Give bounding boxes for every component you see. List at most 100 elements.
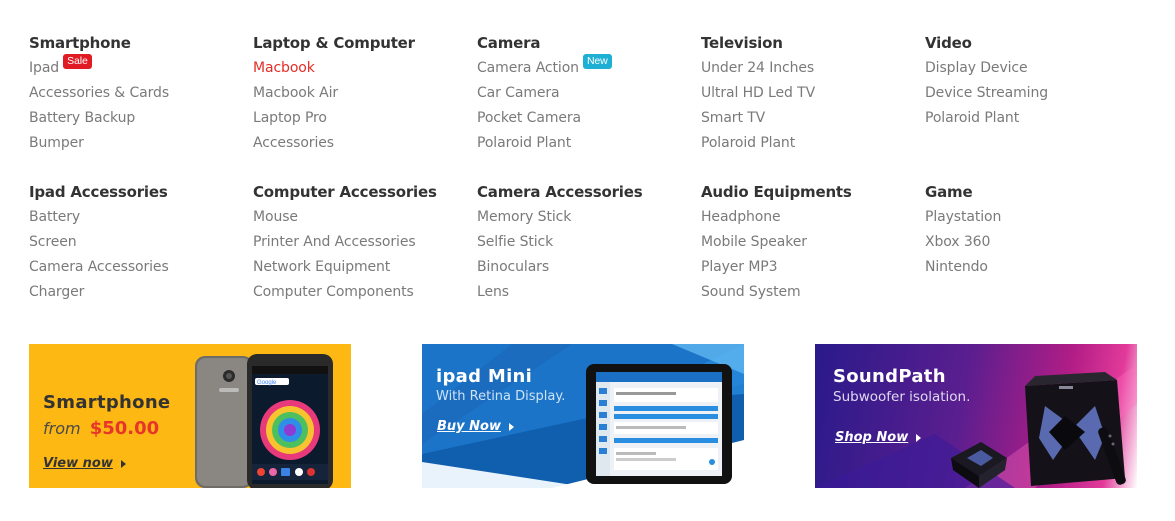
view-now-link[interactable]: View now (43, 456, 126, 471)
menu-column-ipad-accessories: Ipad Accessories Battery Screen Camera Acce… (29, 182, 253, 307)
buy-now-link[interactable]: Buy Now (437, 419, 514, 434)
menu-column-camera-accessories: Camera Accessories Memory Stick Selfie Sti… (477, 182, 701, 307)
menu-link[interactable]: Camera Accessories (29, 259, 169, 275)
menu-column-laptop-and-computer: Laptop & Computer Macbook Macbook Air Lapto… (253, 33, 477, 158)
menu-link[interactable]: Screen (29, 234, 77, 250)
menu-link[interactable]: Player MP3 (701, 259, 778, 275)
menu-link[interactable]: Pocket Camera (477, 110, 581, 126)
menu-link[interactable]: Polaroid Plant (925, 110, 1019, 126)
menu-item-binoculars: Binoculars (477, 257, 701, 282)
menu-link[interactable]: Xbox 360 (925, 234, 990, 250)
menu-item-computer-components: Computer Components (253, 282, 477, 307)
menu-column-smartphone: Smartphone Ipad Sale Accessories & Cards Bat… (29, 33, 253, 158)
menu-item-xbox-360: Xbox 360 (925, 232, 1149, 257)
menu-link-list: Battery Screen Camera Accessories Charger (29, 207, 253, 307)
menu-link[interactable]: Lens (477, 284, 509, 300)
menu-item-laptop-pro: Laptop Pro (253, 108, 477, 133)
menu-link[interactable]: Battery Backup (29, 110, 135, 126)
cta-label: View now (43, 456, 113, 471)
banner-subtitle: With Retina Display. (436, 389, 566, 404)
menu-link[interactable]: Mobile Speaker (701, 234, 807, 250)
menu-link[interactable]: Mouse (253, 209, 298, 225)
menu-link[interactable]: Nintendo (925, 259, 988, 275)
menu-link-list: Under 24 Inches Ultral HD Led TV Smart TV P… (701, 58, 925, 158)
menu-link[interactable]: Memory Stick (477, 209, 571, 225)
price-line: from $50.00 (43, 418, 159, 439)
menu-column-television: Television Under 24 Inches Ultral HD Led T… (701, 33, 925, 158)
menu-row-2: Ipad Accessories Battery Screen Camera Acce… (29, 182, 1149, 307)
menu-column-computer-accessories: Computer Accessories Mouse Printer And Acc… (253, 182, 477, 307)
menu-link[interactable]: Accessories (253, 135, 334, 151)
smartphone-banner[interactable]: Smartphone from $50.00 View now Google (29, 344, 351, 488)
menu-item-camera-accessories: Camera Accessories (29, 257, 253, 282)
menu-link[interactable]: Under 24 Inches (701, 60, 814, 76)
menu-item-lens: Lens (477, 282, 701, 307)
price-label: $50.00 (89, 418, 160, 439)
menu-link-list: Mouse Printer And Accessories Network Equi… (253, 207, 477, 307)
menu-item-smart-tv: Smart TV (701, 108, 925, 133)
menu-column-title[interactable]: Laptop & Computer (253, 33, 477, 53)
menu-link[interactable]: Smart TV (701, 110, 765, 126)
menu-item-mobile-speaker: Mobile Speaker (701, 232, 925, 257)
menu-link[interactable]: Ipad (29, 60, 59, 76)
menu-column-title[interactable]: Audio Equipments (701, 182, 925, 202)
menu-item-macbook-air: Macbook Air (253, 83, 477, 108)
menu-item-battery-backup: Battery Backup (29, 108, 253, 133)
menu-item-memory-stick: Memory Stick (477, 207, 701, 232)
menu-link[interactable]: Charger (29, 284, 84, 300)
menu-link[interactable]: Polaroid Plant (477, 135, 571, 151)
menu-link[interactable]: Polaroid Plant (701, 135, 795, 151)
menu-link[interactable]: Camera Action (477, 60, 579, 76)
menu-link[interactable]: Accessories & Cards (29, 85, 169, 101)
menu-item-polaroid-plant: Polaroid Plant (701, 133, 925, 158)
menu-link[interactable]: Binoculars (477, 259, 549, 275)
menu-item-polaroid-plant: Polaroid Plant (477, 133, 701, 158)
menu-link[interactable]: Selfie Stick (477, 234, 553, 250)
menu-column-title[interactable]: Computer Accessories (253, 182, 477, 202)
banner-title: ipad Mini (436, 366, 533, 387)
menu-link[interactable]: Network Equipment (253, 259, 390, 275)
menu-link[interactable]: Macbook Air (253, 85, 338, 101)
menu-column-title[interactable]: Video (925, 33, 1149, 53)
menu-column-title[interactable]: Ipad Accessories (29, 182, 253, 202)
smartphone-image: Google (195, 354, 333, 488)
menu-item-nintendo: Nintendo (925, 257, 1149, 282)
menu-column-title[interactable]: Game (925, 182, 1149, 202)
chevron-right-icon (120, 459, 126, 468)
mega-menu: Smartphone Ipad Sale Accessories & Cards Bat… (29, 33, 1149, 307)
menu-column-title[interactable]: Smartphone (29, 33, 253, 53)
menu-link[interactable]: Device Streaming (925, 85, 1048, 101)
menu-item-battery: Battery (29, 207, 253, 232)
menu-item-ipad: Ipad Sale (29, 53, 253, 83)
menu-item-printer-and-accessories: Printer And Accessories (253, 232, 477, 257)
menu-link[interactable]: Playstation (925, 209, 1001, 225)
menu-item-selfie-stick: Selfie Stick (477, 232, 701, 257)
menu-column-title[interactable]: Camera (477, 33, 701, 53)
menu-link[interactable]: Ultral HD Led TV (701, 85, 815, 101)
menu-link[interactable]: Laptop Pro (253, 110, 327, 126)
menu-link[interactable]: Computer Components (253, 284, 414, 300)
menu-link-list: Macbook Macbook Air Laptop Pro Accessories (253, 58, 477, 158)
menu-link[interactable]: Car Camera (477, 85, 560, 101)
speaker-system-image (951, 372, 1126, 488)
ipad-mini-banner[interactable]: ipad Mini With Retina Display. Buy Now (422, 344, 744, 488)
menu-item-network-equipment: Network Equipment (253, 257, 477, 282)
menu-link[interactable]: Bumper (29, 135, 84, 151)
menu-column-video: Video Display Device Device Streaming Polar… (925, 33, 1149, 158)
menu-item-accessories-and-cards: Accessories & Cards (29, 83, 253, 108)
shop-now-link[interactable]: Shop Now (835, 430, 922, 445)
menu-link[interactable]: Printer And Accessories (253, 234, 416, 250)
menu-link[interactable]: Sound System (701, 284, 801, 300)
menu-link[interactable]: Battery (29, 209, 80, 225)
menu-link[interactable]: Headphone (701, 209, 781, 225)
chevron-right-icon (508, 422, 514, 431)
soundpath-banner[interactable]: SoundPath Subwoofer isolation. Shop Now (815, 344, 1137, 488)
menu-link[interactable]: Display Device (925, 60, 1028, 76)
menu-column-title[interactable]: Camera Accessories (477, 182, 701, 202)
chevron-right-icon (916, 433, 922, 442)
menu-column-audio-equipments: Audio Equipments Headphone Mobile Speaker P… (701, 182, 925, 307)
menu-link[interactable]: Macbook (253, 60, 315, 76)
menu-column-title[interactable]: Television (701, 33, 925, 53)
menu-link-list: Display Device Device Streaming Polaroid P… (925, 58, 1149, 133)
google-search-text: Google (257, 380, 277, 386)
